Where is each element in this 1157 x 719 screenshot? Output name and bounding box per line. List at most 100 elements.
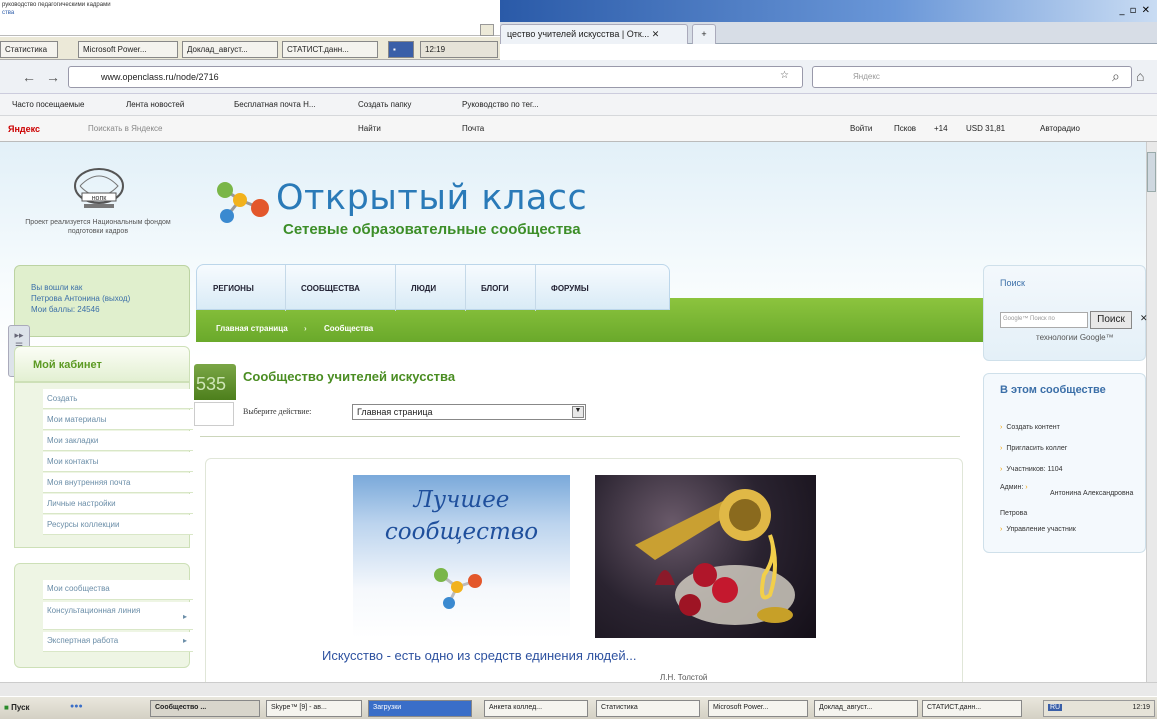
bookmark-item[interactable]: Часто посещаемые	[12, 100, 84, 109]
breadcrumb-communities[interactable]: Сообщества	[324, 324, 373, 333]
background-taskbar-item[interactable]: Статистика	[0, 41, 58, 58]
cabinet-item-create[interactable]: Создать	[43, 389, 193, 409]
manage-members-link[interactable]: › Управление участник	[1000, 526, 1076, 533]
google-search-button[interactable]: Поиск	[1090, 311, 1132, 329]
cabinet-item-mail[interactable]: Моя внутренняя почта	[43, 473, 193, 493]
taskbar-item[interactable]: Загрузки	[368, 700, 472, 717]
bookmark-item[interactable]: Руководство по тег...	[462, 100, 539, 109]
back-arrow-icon[interactable]: ←	[22, 69, 36, 85]
url-text: www.openclass.ru/node/2716	[101, 72, 219, 82]
search-panel-title: Поиск	[1000, 278, 1025, 288]
cabinet-item-bookmarks[interactable]: Мои закладки	[43, 431, 193, 451]
login-status: Вы вошли как	[31, 283, 83, 292]
yandex-mail-button[interactable]: Почта	[462, 124, 484, 133]
community-item-expert[interactable]: Экспертная работа ▸	[43, 632, 193, 652]
breadcrumb-home[interactable]: Главная страница	[216, 324, 288, 333]
cabinet-item-materials[interactable]: Мои материалы	[43, 410, 193, 430]
search-placeholder: Яндекс	[853, 72, 880, 81]
bookmark-item[interactable]: Создать папку	[358, 100, 411, 109]
search-icon[interactable]: ⌕	[1112, 68, 1120, 85]
vertical-scrollbar[interactable]	[1146, 142, 1157, 682]
weather-city[interactable]: Псков	[894, 124, 916, 133]
yandex-login-button[interactable]: Войти	[850, 124, 872, 133]
currency-usd[interactable]: USD 31,81	[966, 124, 1005, 133]
taskbar-item[interactable]: Доклад_август...	[814, 700, 918, 717]
arrow-right-icon: ▸	[182, 636, 187, 645]
horizontal-scrollbar[interactable]	[0, 682, 1157, 696]
taskbar-item[interactable]: Статистика	[596, 700, 700, 717]
site-title[interactable]: Открытый класс	[276, 178, 587, 218]
menu-regions[interactable]: РЕГИОНЫ	[213, 284, 254, 293]
background-taskbar-item[interactable]: Microsoft Power...	[78, 41, 178, 58]
invite-colleagues-label: Пригласить коллег	[1006, 445, 1068, 452]
taskbar-item[interactable]: Microsoft Power...	[708, 700, 808, 717]
invite-colleagues-link[interactable]: › Пригласить коллег	[1000, 445, 1067, 452]
taskbar-item[interactable]: Skype™ [9] - ав...	[266, 700, 362, 717]
menu-separator	[535, 265, 536, 311]
language-indicator[interactable]: RU	[1048, 704, 1063, 711]
google-search-input[interactable]: Google™ Поиск по	[1000, 312, 1088, 328]
home-icon[interactable]: ⌂	[1136, 68, 1144, 84]
taskbar-item-active[interactable]: Сообщество ...	[150, 700, 260, 717]
close-icon[interactable]: ✕	[1140, 313, 1148, 324]
close-icon[interactable]: ✕	[652, 29, 660, 39]
chevron-down-icon[interactable]: ▼	[572, 406, 584, 418]
art-still-life-image[interactable]	[595, 475, 816, 638]
browser-tab[interactable]: цество учителей искусства | Отк... ✕	[500, 24, 688, 44]
menu-communities[interactable]: СООБЩЕСТВА	[301, 284, 360, 293]
community-item-my[interactable]: Мои сообщества	[43, 580, 193, 600]
communities-list: Мои сообщества Консультационная линия ▸ Э…	[14, 563, 193, 668]
yandex-search-field[interactable]: Поискать в Яндексе	[88, 124, 163, 133]
main-menu: РЕГИОНЫ СООБЩЕСТВА ЛЮДИ БЛОГИ ФОРУМЫ	[196, 264, 670, 311]
clock: 12:19	[1132, 704, 1150, 711]
create-content-label: Создать контент	[1006, 424, 1060, 431]
manage-members-label: Управление участник	[1006, 526, 1076, 533]
forward-arrow-icon[interactable]: →	[46, 69, 60, 85]
menu-separator	[465, 265, 466, 311]
best-community-caption: Лучшее сообщество	[384, 487, 539, 545]
windows-logo-icon: ■	[4, 703, 9, 712]
scrollbar-thumb[interactable]	[1147, 152, 1156, 192]
yandex-logo: Яндекс	[8, 124, 41, 134]
new-tab-button[interactable]: +	[692, 24, 716, 44]
community-avatar[interactable]	[194, 402, 234, 426]
quicklaunch-icon[interactable]: ●●●	[66, 700, 88, 717]
create-content-link[interactable]: › Создать контент	[1000, 424, 1060, 431]
logo-caption: Проект реализуется Национальным фондом п…	[25, 219, 171, 235]
background-taskbar-item[interactable]: СТАТИСТ.данн...	[282, 41, 378, 58]
nfpk-logo[interactable]: нопк	[72, 166, 126, 212]
menu-people[interactable]: ЛЮДИ	[411, 284, 436, 293]
breadcrumb-separator: ›	[304, 324, 307, 333]
cabinet-item-contacts[interactable]: Мои контакты	[43, 452, 193, 472]
window-controls[interactable]: _ ▫ ✕	[1119, 5, 1151, 16]
menu-forums[interactable]: ФОРУМЫ	[551, 284, 589, 293]
cabinet-item-settings[interactable]: Личные настройки	[43, 494, 193, 514]
action-select[interactable]: Главная страница	[352, 404, 586, 420]
community-item-consult[interactable]: Консультационная линия ▸	[43, 602, 193, 630]
menu-blogs[interactable]: БЛОГИ	[481, 284, 509, 293]
background-taskbar-item[interactable]: Доклад_август...	[182, 41, 278, 58]
background-window-text: ства	[2, 10, 15, 16]
taskbar-item[interactable]: СТАТИСТ.данн...	[922, 700, 1022, 717]
bookmark-star-icon[interactable]: ☆	[780, 70, 789, 81]
taskbar-item[interactable]: Анкета коллед...	[484, 700, 588, 717]
windows-taskbar: ■ Пуск ●●● Сообщество ... Skype™ [9] - а…	[0, 696, 1157, 719]
address-bar[interactable]: www.openclass.ru/node/2716	[68, 66, 803, 88]
yandex-find-button[interactable]: Найти	[358, 124, 381, 133]
site-subtitle: Сетевые образовательные сообщества	[283, 221, 581, 238]
browser-search-input[interactable]: Яндекс	[812, 66, 1132, 88]
login-user-link[interactable]: Петрова Антонина (выход)	[31, 293, 173, 304]
bookmark-item[interactable]: Лента новостей	[126, 100, 184, 109]
radio-button[interactable]: Авторадио	[1040, 124, 1080, 133]
arrow-right-icon: ▸	[182, 612, 187, 621]
bullet-icon: ›	[1000, 424, 1003, 431]
cabinet-header: Мой кабинет	[14, 346, 190, 382]
molecule-logo-icon[interactable]	[205, 178, 273, 228]
admin-name-link[interactable]: Антонина Александровна Петрова	[1000, 484, 1140, 524]
scrollbar-arrow[interactable]	[480, 24, 494, 36]
community-item-label: Консультационная линия	[47, 606, 141, 615]
bookmark-item[interactable]: Бесплатная почта H...	[234, 100, 316, 109]
members-count-label: Участников: 1104	[1006, 466, 1063, 473]
cabinet-item-resources[interactable]: Ресурсы коллекции	[43, 515, 193, 535]
start-button[interactable]: ■ Пуск	[2, 700, 42, 717]
